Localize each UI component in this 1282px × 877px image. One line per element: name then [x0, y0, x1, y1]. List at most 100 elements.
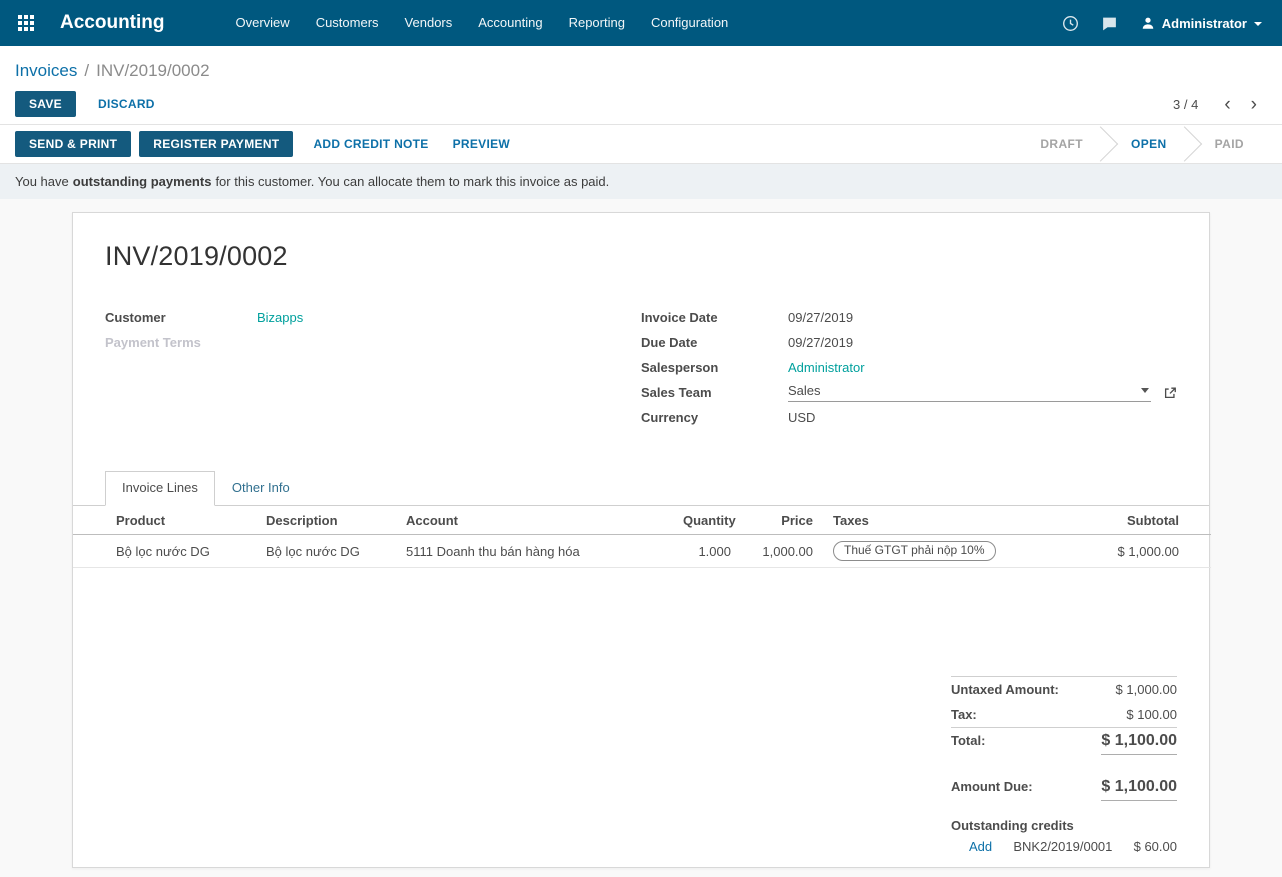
outstanding-payments-banner: You have outstanding payments for this c…: [0, 164, 1282, 199]
salesperson-field-row: Salesperson Administrator: [641, 358, 1177, 377]
status-open[interactable]: OPEN: [1107, 125, 1191, 163]
activities-clock-icon[interactable]: [1051, 0, 1090, 46]
menu-item-accounting[interactable]: Accounting: [465, 0, 555, 46]
tax-label: Tax:: [951, 707, 977, 722]
column-header-taxes[interactable]: Taxes: [823, 506, 1079, 535]
app-name[interactable]: Accounting: [60, 12, 165, 34]
add-credit-link[interactable]: Add: [969, 839, 992, 854]
invoice-date-label: Invoice Date: [641, 310, 788, 325]
main-menu: Overview Customers Vendors Accounting Re…: [223, 0, 742, 46]
line-quantity-cell[interactable]: 1.000: [673, 535, 741, 568]
invoice-title: INV/2019/0002: [105, 241, 1177, 272]
pager-previous-button[interactable]: ‹: [1214, 95, 1240, 114]
field-group-left: Customer Bizapps Payment Terms: [105, 308, 641, 433]
page: Accounting Overview Customers Vendors Ac…: [0, 0, 1282, 877]
edit-controls-row: SAVE DISCARD 3 / 4 ‹ ›: [0, 84, 1282, 124]
column-header-subtotal[interactable]: Subtotal: [1079, 506, 1211, 535]
status-paid[interactable]: PAID: [1191, 125, 1268, 163]
field-group-right: Invoice Date 09/27/2019 Due Date 09/27/2…: [641, 308, 1177, 433]
pager-value: 3 / 4: [1173, 97, 1198, 112]
salesperson-link[interactable]: Administrator: [788, 360, 865, 375]
add-credit-note-button[interactable]: ADD CREDIT NOTE: [301, 131, 440, 157]
invoice-line-row[interactable]: Bộ lọc nước DG Bộ lọc nước DG 5111 Doanh…: [73, 535, 1211, 568]
sales-team-external-link-icon[interactable]: [1163, 386, 1177, 400]
totals-panel: Untaxed Amount: $ 1,000.00 Tax: $ 100.00…: [951, 676, 1177, 854]
amount-due-row: Amount Due: $ 1,100.00: [951, 773, 1177, 806]
credit-amount: $ 60.00: [1134, 839, 1177, 854]
invoice-sheet: INV/2019/0002 Customer Bizapps Payment T…: [72, 212, 1210, 868]
currency-field-row: Currency USD: [641, 408, 1177, 427]
menu-item-reporting[interactable]: Reporting: [556, 0, 638, 46]
discard-button[interactable]: DISCARD: [86, 91, 167, 117]
banner-text-bold: outstanding payments: [73, 174, 212, 189]
column-header-description[interactable]: Description: [256, 506, 396, 535]
sales-team-select[interactable]: Sales: [788, 383, 1151, 402]
amount-due-value: $ 1,100.00: [1101, 778, 1177, 801]
breadcrumb: Invoices / INV/2019/0002: [0, 46, 1282, 84]
messages-chat-icon[interactable]: [1090, 0, 1129, 46]
total-value: $ 1,100.00: [1101, 732, 1177, 755]
column-header-product[interactable]: Product: [73, 506, 256, 535]
customer-label: Customer: [105, 310, 257, 325]
untaxed-amount-value: $ 1,000.00: [1116, 682, 1177, 697]
menu-item-vendors[interactable]: Vendors: [392, 0, 466, 46]
due-date-value: 09/27/2019: [788, 335, 853, 350]
invoice-date-field-row: Invoice Date 09/27/2019: [641, 308, 1177, 327]
breadcrumb-invoices-link[interactable]: Invoices: [15, 61, 77, 81]
action-bar: SEND & PRINT REGISTER PAYMENT ADD CREDIT…: [0, 124, 1282, 164]
payment-terms-label: Payment Terms: [105, 335, 257, 350]
line-account-cell[interactable]: 5111 Doanh thu bán hàng hóa: [396, 535, 673, 568]
tax-badge: Thuế GTGT phải nộp 10%: [833, 541, 996, 561]
column-header-quantity[interactable]: Quantity: [673, 506, 741, 535]
customer-link[interactable]: Bizapps: [257, 310, 303, 325]
total-row: Total: $ 1,100.00: [951, 727, 1177, 760]
line-subtotal-cell[interactable]: $ 1,000.00: [1079, 535, 1211, 568]
user-caret-down-icon: [1254, 22, 1262, 26]
sales-team-caret-down-icon: [1141, 388, 1149, 393]
tab-other-info[interactable]: Other Info: [215, 471, 307, 505]
pager-next-button[interactable]: ›: [1241, 95, 1267, 114]
save-button[interactable]: SAVE: [15, 91, 76, 117]
send-print-button[interactable]: SEND & PRINT: [15, 131, 131, 157]
customer-field-row: Customer Bizapps: [105, 308, 641, 327]
pager: 3 / 4 ‹ ›: [1173, 95, 1267, 114]
menu-item-overview[interactable]: Overview: [223, 0, 303, 46]
breadcrumb-current: INV/2019/0002: [96, 61, 209, 81]
outstanding-credit-row: Add BNK2/2019/0001 $ 60.00: [951, 839, 1177, 854]
user-name: Administrator: [1162, 16, 1247, 31]
form-view: INV/2019/0002 Customer Bizapps Payment T…: [0, 199, 1282, 877]
breadcrumb-separator: /: [84, 61, 89, 81]
payment-terms-field-row: Payment Terms: [105, 333, 641, 352]
untaxed-amount-row: Untaxed Amount: $ 1,000.00: [951, 677, 1177, 702]
field-groups: Customer Bizapps Payment Terms Invoice D…: [105, 308, 1177, 433]
sales-team-field-row: Sales Team Sales: [641, 383, 1177, 402]
top-navbar: Accounting Overview Customers Vendors Ac…: [0, 0, 1282, 46]
apps-grid-icon: [18, 15, 34, 31]
line-description-cell[interactable]: Bộ lọc nước DG: [256, 535, 396, 568]
apps-menu-button[interactable]: [0, 0, 52, 46]
tab-invoice-lines[interactable]: Invoice Lines: [105, 471, 215, 506]
sales-team-value: Sales: [788, 383, 1141, 398]
preview-button[interactable]: PREVIEW: [441, 131, 522, 157]
menu-item-customers[interactable]: Customers: [303, 0, 392, 46]
currency-label: Currency: [641, 410, 788, 425]
salesperson-label: Salesperson: [641, 360, 788, 375]
line-taxes-cell[interactable]: Thuế GTGT phải nộp 10%: [823, 535, 1079, 568]
line-product-cell[interactable]: Bộ lọc nước DG: [73, 535, 256, 568]
menu-item-configuration[interactable]: Configuration: [638, 0, 741, 46]
total-label: Total:: [951, 733, 985, 748]
user-icon: [1141, 16, 1155, 30]
column-header-account[interactable]: Account: [396, 506, 673, 535]
status-draft[interactable]: DRAFT: [1016, 125, 1107, 163]
tax-row: Tax: $ 100.00: [951, 702, 1177, 727]
tab-bar: Invoice Lines Other Info: [73, 471, 1209, 506]
banner-text-after: for this customer. You can allocate them…: [215, 174, 609, 189]
user-menu[interactable]: Administrator: [1129, 0, 1272, 46]
register-payment-button[interactable]: REGISTER PAYMENT: [139, 131, 293, 157]
tax-value: $ 100.00: [1126, 707, 1177, 722]
line-price-cell[interactable]: 1,000.00: [741, 535, 823, 568]
column-header-price[interactable]: Price: [741, 506, 823, 535]
credit-reference: BNK2/2019/0001: [1013, 839, 1112, 854]
invoice-lines-table: Product Description Account Quantity Pri…: [73, 506, 1211, 568]
untaxed-amount-label: Untaxed Amount:: [951, 682, 1059, 697]
